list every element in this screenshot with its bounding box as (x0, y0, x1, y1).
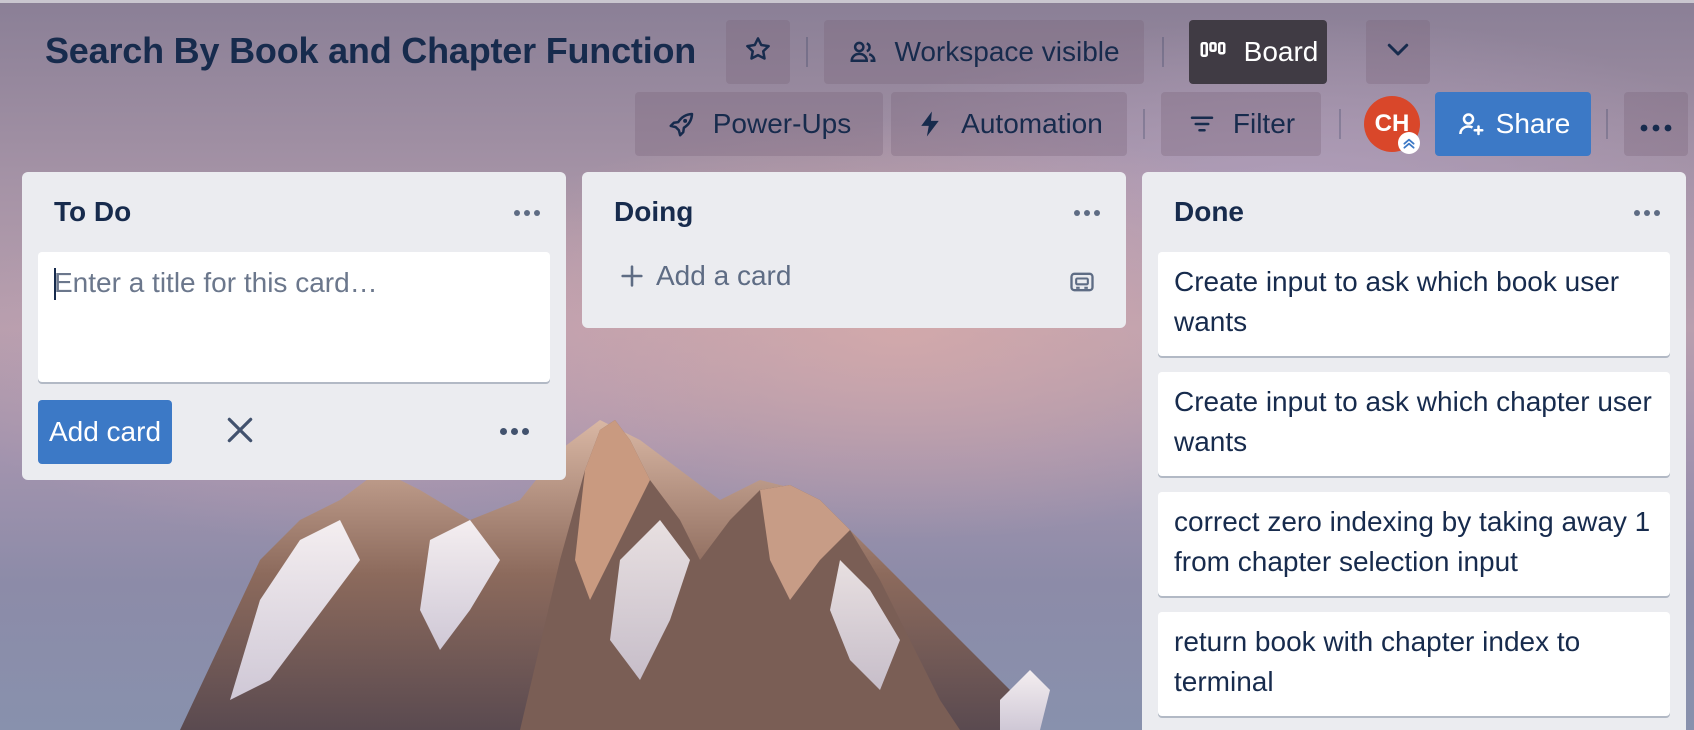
board-title[interactable]: Search By Book and Chapter Function (45, 30, 696, 72)
card[interactable]: Create input to ask which chapter user w… (1158, 372, 1670, 476)
card[interactable]: correct zero indexing by taking away 1 f… (1158, 492, 1670, 596)
card-composer (38, 252, 550, 382)
header-divider (1143, 109, 1145, 139)
workspace-visible-icon (848, 37, 878, 67)
lightning-icon (915, 109, 945, 139)
workspace-visibility-button[interactable]: Workspace visible (824, 20, 1144, 84)
more-icon (1639, 108, 1673, 140)
list-menu-button[interactable] (1634, 210, 1660, 216)
filter-button[interactable]: Filter (1161, 92, 1321, 156)
header-divider (1162, 37, 1164, 67)
close-composer-button[interactable] (220, 412, 260, 452)
share-button[interactable]: Share (1435, 92, 1591, 156)
power-ups-label: Power-Ups (712, 108, 852, 139)
plus-icon (618, 262, 646, 290)
list-menu-button[interactable] (514, 210, 540, 216)
chevron-down-icon (1383, 34, 1413, 71)
admin-badge-icon (1398, 132, 1420, 154)
add-a-card-label: Add a card (656, 260, 792, 291)
add-person-icon (1456, 109, 1486, 139)
list-title[interactable]: Doing (614, 196, 693, 228)
board-view-button[interactable]: Board (1189, 20, 1327, 84)
automation-label: Automation (961, 108, 1103, 139)
list-title[interactable]: To Do (54, 196, 131, 228)
top-border (0, 0, 1694, 3)
star-icon (743, 34, 773, 71)
list-done: Done Create input to ask which book user… (1142, 172, 1686, 730)
star-board-button[interactable] (726, 20, 790, 84)
card[interactable]: return book with chapter index to termin… (1158, 612, 1670, 716)
header-divider (1606, 109, 1608, 139)
text-caret (54, 268, 56, 300)
list-menu-button[interactable] (1074, 210, 1100, 216)
close-icon (224, 414, 256, 451)
automation-button[interactable]: Automation (891, 92, 1127, 156)
rocket-icon (667, 109, 697, 139)
switch-views-button[interactable] (1366, 20, 1430, 84)
share-label: Share (1495, 108, 1571, 139)
header-divider (806, 37, 808, 67)
composer-options-button[interactable] (500, 428, 529, 435)
list-todo: To Do Add card (22, 172, 566, 480)
power-ups-button[interactable]: Power-Ups (635, 92, 883, 156)
add-a-card-button[interactable]: Add a card (618, 256, 791, 296)
filter-label: Filter (1232, 108, 1296, 139)
header-divider (1339, 109, 1341, 139)
add-card-button[interactable]: Add card (38, 400, 172, 464)
template-icon[interactable] (1068, 268, 1096, 301)
workspace-visibility-label: Workspace visible (894, 36, 1120, 67)
list-doing: Doing Add a card (582, 172, 1126, 328)
list-title[interactable]: Done (1174, 196, 1244, 228)
board-menu-button[interactable] (1624, 92, 1688, 156)
filter-icon (1187, 109, 1217, 139)
board-icon (1198, 37, 1228, 67)
board-view-label: Board (1243, 36, 1319, 67)
card-title-input[interactable] (54, 266, 534, 366)
card[interactable]: Create input to ask which book user want… (1158, 252, 1670, 356)
